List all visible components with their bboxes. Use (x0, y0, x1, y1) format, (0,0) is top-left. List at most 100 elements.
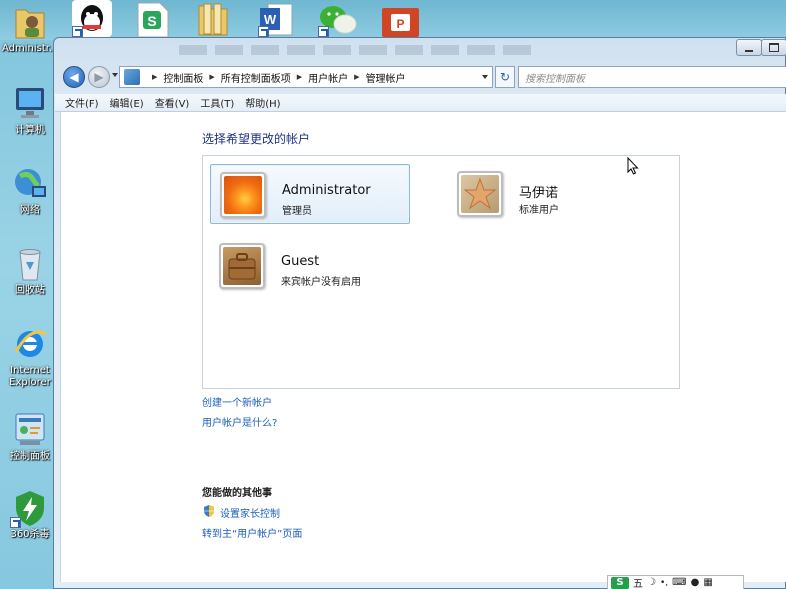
accounts-panel: Administrator 管理员 马伊诺 标准用户 Guest 来宾帐户没有启… (202, 155, 680, 389)
avatar (220, 172, 266, 218)
breadcrumb-chevron-icon[interactable]: ▶ (297, 73, 302, 81)
folder-icon[interactable] (196, 0, 230, 37)
breadcrumb-item[interactable]: 控制面板 (163, 70, 203, 85)
account-tile-guest[interactable]: Guest 来宾帐户没有启用 (210, 236, 410, 296)
powerpoint-icon[interactable]: P (382, 8, 419, 37)
maximize-button[interactable] (761, 39, 786, 56)
search-input[interactable]: 搜索控制面板 (518, 66, 786, 88)
ime-logo-icon[interactable]: S (611, 576, 629, 589)
user-icon[interactable]: ● (691, 577, 700, 588)
shortcut-arrow-icon (10, 517, 21, 528)
breadcrumb-item[interactable]: 用户帐户 (308, 70, 348, 85)
flower-picture-icon (224, 176, 262, 214)
desktop-icon-computer[interactable]: 计算机 (2, 84, 58, 137)
settings-grid-icon[interactable]: ▦ (703, 577, 712, 588)
desktop-icon-label: 网络 (20, 205, 40, 216)
keyboard-icon[interactable]: ⌨ (672, 577, 686, 588)
desktop-icon-controlpanel[interactable]: 控制面板 (2, 410, 58, 463)
desktop-icon-360[interactable]: 360杀毒 (2, 488, 58, 541)
suitcase-picture-icon (223, 247, 261, 285)
network-globe-icon (10, 164, 50, 204)
account-tile-administrator[interactable]: Administrator 管理员 (210, 164, 410, 224)
wechat-icon[interactable] (318, 2, 358, 37)
control-panel-icon (10, 410, 50, 450)
menu-tools[interactable]: 工具(T) (200, 95, 234, 110)
minimize-button[interactable] (736, 39, 762, 56)
uac-shield-icon (202, 504, 216, 518)
desktop-icon-ie[interactable]: Internet Explorer (2, 324, 58, 389)
refresh-button[interactable]: ↻ (495, 66, 515, 88)
goto-main-user-accounts-link[interactable]: 转到主“用户帐户”页面 (202, 525, 302, 540)
avatar (457, 171, 503, 217)
forward-button[interactable]: ▶ (88, 66, 110, 88)
arrow-right-icon: ▶ (94, 70, 104, 84)
desktop-icon-label: 回收站 (15, 285, 45, 296)
word-icon[interactable]: W (258, 2, 294, 37)
wps-sheet-icon[interactable]: S (136, 2, 170, 38)
create-account-link[interactable]: 创建一个新帐户 (202, 394, 272, 409)
moon-icon[interactable]: ☽ (647, 577, 656, 588)
menu-view[interactable]: 查看(V) (155, 95, 190, 110)
antivirus-shield-icon (10, 488, 50, 528)
punctuation-icon[interactable]: •, (660, 578, 668, 588)
recycle-bin-icon (10, 244, 50, 284)
menu-bar: 文件(F) 编辑(E) 查看(V) 工具(T) 帮助(H) (55, 94, 786, 112)
qq-icon[interactable] (72, 0, 112, 37)
breadcrumb-chevron-icon[interactable]: ▶ (354, 73, 359, 81)
other-tasks-heading: 您能做的其他事 (202, 488, 272, 499)
what-is-user-account-link[interactable]: 用户帐户是什么? (202, 414, 277, 429)
menu-file[interactable]: 文件(F) (65, 95, 99, 110)
svg-text:P: P (396, 17, 404, 31)
recent-pages-dropdown-icon[interactable] (112, 73, 118, 77)
desktop-icon-recycle[interactable]: 回收站 (2, 244, 58, 297)
arrow-left-icon: ◀ (69, 70, 79, 84)
svg-text:W: W (264, 12, 277, 27)
desktop-icon-label: 控制面板 (10, 451, 50, 462)
back-button[interactable]: ◀ (63, 66, 85, 88)
address-bar[interactable]: ▶ 控制面板 ▶ 所有控制面板项 ▶ 用户帐户 ▶ 管理帐户 (119, 66, 493, 88)
account-tile-mayinuo[interactable]: 马伊诺 标准用户 (448, 164, 648, 224)
breadcrumb-item[interactable]: 管理帐户 (366, 70, 406, 85)
parental-controls-link[interactable]: 设置家长控制 (220, 505, 280, 520)
ime-mode-label[interactable]: 五 (633, 575, 643, 589)
search-placeholder: 搜索控制面板 (525, 73, 585, 85)
breadcrumb: ▶ 控制面板 ▶ 所有控制面板项 ▶ 用户帐户 ▶ 管理帐户 (146, 70, 406, 85)
svg-text:S: S (147, 13, 156, 29)
account-name: 马伊诺 (519, 186, 559, 201)
page-title: 选择希望更改的帐户 (202, 132, 311, 146)
avatar (219, 243, 265, 289)
computer-icon (10, 84, 50, 124)
user-folder-icon (10, 2, 50, 42)
account-name: Guest (281, 254, 320, 269)
refresh-icon: ↻ (499, 70, 511, 84)
window-titlebar[interactable] (54, 38, 786, 62)
shortcut-arrow-icon (72, 26, 83, 37)
starfish-picture-icon (461, 175, 499, 213)
main-content: 选择希望更改的帐户 Administrator 管理员 马伊诺 标准用户 Gue… (60, 112, 786, 582)
breadcrumb-item[interactable]: 所有控制面板项 (221, 70, 291, 85)
account-name: Administrator (282, 183, 371, 198)
breadcrumb-chevron-icon[interactable]: ▶ (209, 73, 214, 81)
desktop-icon-label: 计算机 (15, 125, 45, 136)
breadcrumb-chevron-icon: ▶ (152, 73, 158, 81)
mouse-cursor-icon (627, 156, 639, 178)
internet-explorer-icon (10, 324, 50, 364)
menu-edit[interactable]: 编辑(E) (110, 95, 144, 110)
desktop-icon-label: Administr... (2, 43, 59, 54)
desktop-icon-admin[interactable]: Administr... (2, 2, 59, 55)
navigation-bar: ◀ ▶ ▶ 控制面板 ▶ 所有控制面板项 ▶ 用户帐户 ▶ 管理帐户 ↻ 搜索控… (62, 66, 786, 88)
ime-toolbar[interactable]: S 五 ☽ •, ⌨ ● ▦ (607, 575, 744, 589)
account-role: 标准用户 (519, 205, 559, 216)
desktop-icon-label: Internet Explorer (9, 365, 51, 388)
shortcut-arrow-icon (258, 26, 269, 37)
control-panel-window: ◀ ▶ ▶ 控制面板 ▶ 所有控制面板项 ▶ 用户帐户 ▶ 管理帐户 ↻ 搜索控… (53, 37, 786, 589)
desktop-icon-label: 360杀毒 (10, 529, 50, 540)
address-dropdown-icon[interactable] (482, 75, 488, 79)
titlebar-ghost (179, 45, 539, 55)
control-panel-small-icon (124, 69, 140, 85)
desktop-icon-network[interactable]: 网络 (2, 164, 58, 217)
shortcut-arrow-icon (318, 26, 329, 37)
account-role: 管理员 (282, 206, 312, 217)
account-role: 来宾帐户没有启用 (281, 277, 361, 288)
menu-help[interactable]: 帮助(H) (245, 95, 280, 110)
